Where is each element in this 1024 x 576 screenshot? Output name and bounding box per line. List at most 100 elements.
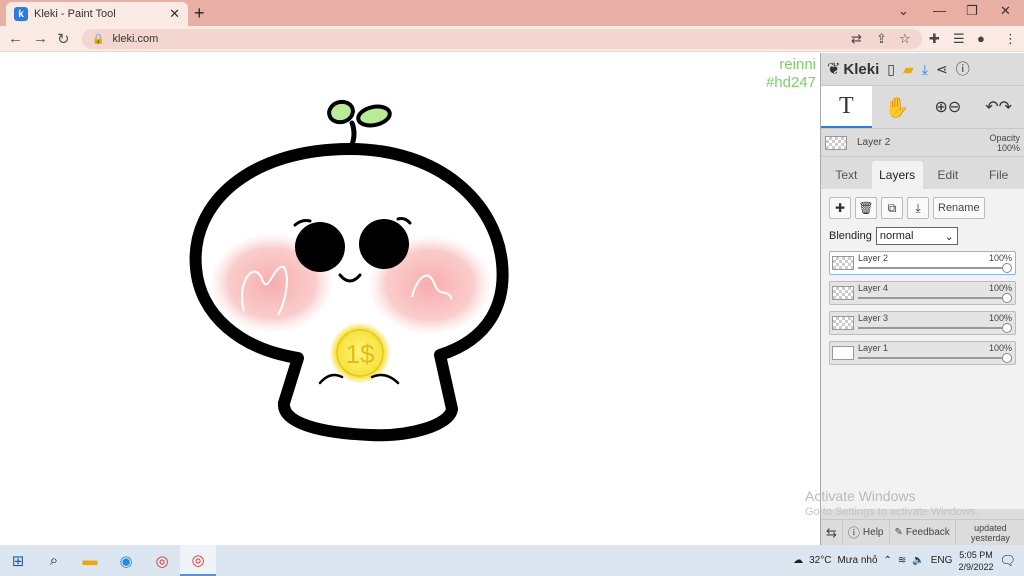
forward-button[interactable]: →: [33, 30, 48, 47]
address-bar[interactable]: 🔒 kleki.com: [82, 29, 922, 49]
layer-item-layer-2[interactable]: Layer 2 100%: [829, 251, 1016, 275]
back-button[interactable]: ←: [8, 30, 23, 47]
browser-tab-kleki[interactable]: k Kleki - Paint Tool ✕: [6, 2, 188, 26]
tab-edit[interactable]: Edit: [923, 161, 974, 189]
download-icon[interactable]: ⤓: [922, 61, 928, 78]
layer-opacity-handle[interactable]: [1002, 323, 1012, 333]
windows-start-icon[interactable]: ⊞: [0, 545, 36, 576]
windows-activation-title: Activate Windows: [805, 488, 916, 504]
leaf-right: [356, 104, 392, 128]
reload-button[interactable]: ↻: [57, 30, 70, 48]
bookmark-star-icon[interactable]: ☆: [899, 31, 911, 47]
windows-taskbar: ⊞ ⌕ ▬ ◉ ◎ ◎ ☁ 32°C Mưa nhỏ ⌃ ≋ 🔈 ENG 5:0…: [0, 545, 1024, 576]
sidebar-header: ❦ Kleki ▯ ▰ ⤓ ⋖ ⓘ: [821, 53, 1024, 85]
kleki-logo-icon: ❦: [827, 61, 841, 78]
notification-icon[interactable]: 🗨: [999, 553, 1016, 569]
translate-icon[interactable]: ⇄: [851, 31, 862, 47]
kleki-brand-text: Kleki: [843, 60, 880, 78]
wifi-icon[interactable]: ≋: [898, 555, 906, 566]
chevron-up-icon[interactable]: ⌃: [884, 555, 892, 566]
layer-name: Layer 3: [858, 313, 889, 323]
clock[interactable]: 5:05 PM 2/9/2022: [958, 549, 993, 573]
layer-name: Layer 4: [858, 283, 889, 293]
undo-redo-icon[interactable]: ↶↷: [973, 86, 1024, 128]
updated-note[interactable]: updated yesterday: [956, 523, 1024, 543]
restore-button[interactable]: ❐: [966, 3, 978, 19]
tab-text[interactable]: Text: [821, 161, 872, 189]
new-image-icon[interactable]: ▯: [887, 61, 895, 78]
windows-activation-subtitle: Go to Settings to activate Windows.: [805, 506, 979, 518]
zoom-icon[interactable]: ⊕⊖: [923, 86, 974, 128]
search-icon[interactable]: ⌕: [36, 545, 72, 576]
swap-sides-button[interactable]: ⇆: [821, 520, 843, 545]
share-nodes-icon[interactable]: ⋖: [936, 61, 948, 78]
layer-name: Layer 1: [858, 343, 889, 353]
duplicate-layer-button[interactable]: ⧉: [881, 197, 903, 219]
browser-menu-icon[interactable]: ⋮: [1004, 31, 1017, 47]
volume-icon[interactable]: 🔈: [912, 555, 924, 566]
profile-avatar-icon[interactable]: ●: [977, 31, 985, 46]
eye-right: [359, 219, 409, 269]
tab-close-icon[interactable]: ✕: [169, 6, 180, 22]
help-button[interactable]: ⓘ Help: [843, 520, 890, 545]
delete-layer-button[interactable]: 🗑: [855, 197, 877, 219]
minimize-button[interactable]: —: [933, 3, 946, 18]
tab-layers[interactable]: Layers: [871, 161, 923, 189]
layer-item-layer-3[interactable]: Layer 3 100%: [829, 311, 1016, 335]
share-icon[interactable]: ⇪: [876, 31, 887, 47]
temperature[interactable]: 32°C: [809, 555, 831, 566]
layer-opacity-handle[interactable]: [1002, 353, 1012, 363]
layer-opacity-track[interactable]: [858, 267, 1007, 269]
question-icon: ⓘ: [847, 526, 860, 540]
reading-list-icon[interactable]: ☰: [953, 31, 965, 47]
current-layer-name: Layer 2: [857, 137, 891, 148]
file-explorer-icon[interactable]: ▬: [72, 545, 108, 576]
blending-value: normal: [879, 230, 914, 242]
swap-arrows-icon: ⇆: [826, 524, 837, 540]
feedback-label: Feedback: [905, 527, 950, 538]
layer-opacity-handle[interactable]: [1002, 293, 1012, 303]
current-layer-opacity[interactable]: Opacity 100%: [989, 133, 1020, 153]
feedback-button[interactable]: ✎ Feedback: [890, 520, 956, 545]
help-circle-icon[interactable]: ⓘ: [956, 59, 970, 79]
merge-down-button[interactable]: ⤓: [907, 197, 929, 219]
new-tab-button[interactable]: +: [194, 3, 205, 24]
layer-opacity: 100%: [988, 343, 1012, 353]
input-language[interactable]: ENG: [931, 555, 953, 566]
layer-opacity-handle[interactable]: [1002, 263, 1012, 273]
coin-label: 1$: [346, 339, 375, 369]
chrome-active-icon[interactable]: ◎: [180, 545, 216, 576]
layer-opacity-track[interactable]: [858, 357, 1007, 359]
kleki-logo[interactable]: ❦ Kleki: [827, 59, 879, 79]
layer-actions: ✚ 🗑 ⧉ ⤓ Rename: [829, 197, 1016, 219]
extensions-puzzle-icon[interactable]: ✚: [929, 31, 940, 47]
text-tool-icon[interactable]: T: [821, 86, 872, 128]
system-tray: ☁ 32°C Mưa nhỏ ⌃ ≋ 🔈 ENG 5:05 PM 2/9/202…: [793, 545, 1024, 576]
drawing-canvas[interactable]: reinni #hd247 1$: [0, 53, 820, 545]
open-folder-icon[interactable]: ▰: [903, 61, 914, 78]
help-label: Help: [862, 527, 884, 538]
close-window-button[interactable]: ✕: [1000, 3, 1011, 19]
rename-button[interactable]: Rename: [933, 197, 985, 219]
tab-search-icon[interactable]: ⌄: [898, 3, 909, 19]
layer-opacity: 100%: [988, 313, 1012, 323]
layer-opacity-track[interactable]: [858, 327, 1007, 329]
blending-label: Blending: [829, 230, 872, 242]
add-layer-button[interactable]: ✚: [829, 197, 851, 219]
layer-name: Layer 2: [858, 253, 889, 263]
layer-opacity-track[interactable]: [858, 297, 1007, 299]
blending-select[interactable]: normal ⌄: [875, 227, 958, 245]
weather-text[interactable]: Mưa nhỏ: [837, 555, 877, 566]
layer-thumbnail: [832, 256, 854, 270]
clock-date: 2/9/2022: [958, 561, 994, 572]
hand-tool-icon[interactable]: ✋: [872, 86, 923, 128]
layer-item-layer-4[interactable]: Layer 4 100%: [829, 281, 1016, 305]
opacity-value: 100%: [996, 142, 1020, 153]
edge-browser-icon[interactable]: ◉: [108, 545, 144, 576]
tab-file[interactable]: File: [973, 161, 1024, 189]
panel-tabs: Text Layers Edit File: [821, 161, 1024, 189]
opacity-label: Opacity: [989, 132, 1020, 143]
chevron-down-icon: ⌄: [944, 230, 954, 243]
layer-item-layer-1[interactable]: Layer 1 100%: [829, 341, 1016, 365]
chrome-icon[interactable]: ◎: [144, 545, 180, 576]
